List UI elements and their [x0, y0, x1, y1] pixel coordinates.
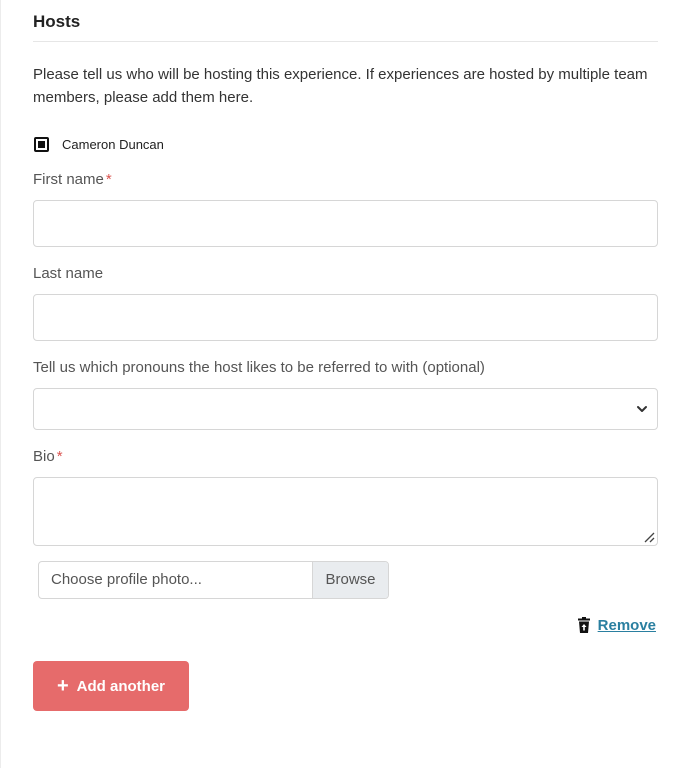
last-name-label: Last name [33, 265, 104, 282]
first-name-label-text: First name [33, 171, 104, 188]
browse-button[interactable]: Browse [312, 562, 388, 598]
last-name-input[interactable] [33, 294, 658, 341]
bio-label-text: Bio [33, 448, 55, 465]
hosts-panel: Hosts Please tell us who will be hosting… [0, 0, 687, 768]
add-another-label: Add another [76, 677, 166, 695]
intro-text: Please tell us who will be hosting this … [33, 66, 648, 106]
bio-label: Bio * [33, 448, 63, 465]
required-marker: * [56, 448, 63, 465]
required-marker: * [105, 171, 112, 188]
resize-grip-icon[interactable] [642, 530, 655, 543]
pronouns-select[interactable] [33, 388, 658, 430]
plus-icon: + [56, 675, 69, 697]
first-name-input[interactable] [33, 200, 658, 247]
trash-icon [577, 617, 590, 633]
profile-photo-picker[interactable]: Choose profile photo... Browse [38, 561, 389, 599]
section-title: Hosts [33, 12, 81, 31]
divider [33, 41, 658, 42]
host-checkbox-row[interactable]: Cameron Duncan [33, 133, 164, 155]
bio-textarea[interactable] [33, 477, 658, 546]
add-another-button[interactable]: + Add another [33, 661, 189, 711]
chevron-down-icon [637, 406, 647, 412]
profile-photo-placeholder: Choose profile photo... [51, 571, 202, 588]
pronouns-label: Tell us which pronouns the host likes to… [33, 359, 485, 376]
remove-host-link[interactable]: Remove [577, 617, 656, 634]
first-name-label: First name * [33, 171, 112, 188]
host-checkbox[interactable] [34, 136, 49, 152]
remove-label[interactable]: Remove [598, 617, 656, 634]
host-checkbox-label: Cameron Duncan [62, 136, 164, 152]
